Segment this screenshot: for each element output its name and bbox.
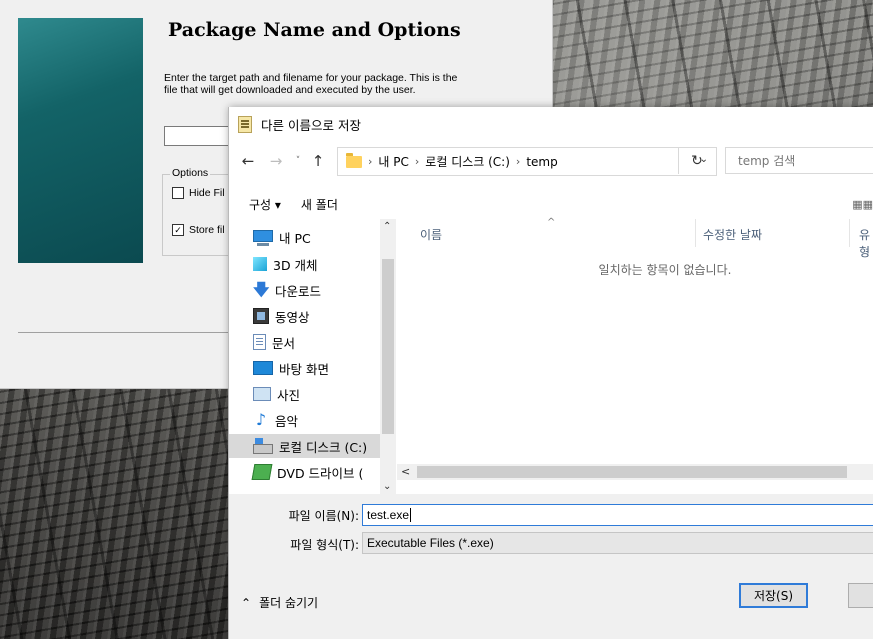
nav-item-label: 3D 개체 — [273, 257, 318, 273]
column-header-type[interactable]: 유형 — [859, 226, 873, 260]
download-icon: 🡇 — [253, 280, 270, 299]
file-type-row: 파일 형식(T): — [229, 536, 359, 553]
up-arrow-icon[interactable]: ↑ — [307, 152, 329, 170]
local-disk-icon — [253, 438, 273, 454]
file-list[interactable]: ^ 이름 수정한 날짜 유형 일치하는 항목이 없습니다. < — [397, 217, 873, 494]
nav-item-label: 로컬 디스크 (C:) — [279, 439, 368, 455]
nav-item-this-pc[interactable]: 내 PC — [253, 225, 311, 249]
nav-item-desktop[interactable]: 바탕 화면 — [253, 356, 329, 380]
breadcrumb-local-disk[interactable]: 로컬 디스크 (C:) — [425, 153, 510, 170]
dvd-drive-icon — [251, 464, 273, 480]
nav-item-videos[interactable]: 동영상 — [253, 304, 310, 328]
hide-file-checkbox[interactable] — [172, 187, 184, 199]
dialog-titlebar[interactable]: 다른 이름으로 저장 — [229, 107, 873, 141]
column-divider[interactable] — [695, 219, 696, 247]
installer-heading: Package Name and Options — [168, 19, 461, 41]
hide-folders-label: 폴더 숨기기 — [259, 596, 319, 610]
hide-file-label: Hide Fil — [189, 187, 225, 199]
hide-folders-toggle[interactable]: ⌃ 폴더 숨기기 — [241, 594, 318, 611]
scrollbar-thumb[interactable] — [417, 466, 847, 478]
file-list-horizontal-scrollbar[interactable]: < — [397, 464, 873, 480]
nav-item-music[interactable]: ♪ 음악 — [253, 408, 298, 432]
package-path-input[interactable] — [164, 126, 236, 146]
navigation-pane: 내 PC 3D 개체 🡇 다운로드 동영상 문서 바탕 화면 사진 ♪ 음악 로… — [229, 219, 396, 494]
breadcrumb-separator: › — [515, 155, 521, 168]
column-header-date-modified[interactable]: 수정한 날짜 — [703, 226, 762, 243]
store-file-checkbox[interactable]: ✓ — [172, 224, 184, 236]
view-options-icon[interactable]: ▦▦ — [852, 198, 873, 211]
navigation-pane-scrollbar[interactable]: ⌃ ⌄ — [380, 219, 396, 494]
nav-item-downloads[interactable]: 🡇 다운로드 — [253, 278, 321, 302]
organize-menu-button[interactable]: 구성 ▾ — [249, 196, 281, 213]
breadcrumb-separator: › — [368, 155, 373, 168]
scroll-down-chevron-icon[interactable]: ⌄ — [383, 481, 391, 492]
refresh-icon[interactable]: ↻ — [678, 147, 715, 174]
nav-item-label: 사진 — [277, 387, 301, 403]
nav-item-label: 음악 — [275, 413, 299, 429]
nav-item-dvd-drive[interactable]: DVD 드라이브 ( — [251, 460, 364, 484]
file-name-row: 파일 이름(N): — [229, 507, 359, 524]
scroll-left-chevron-icon[interactable]: < — [401, 465, 410, 478]
pc-icon — [253, 230, 273, 246]
file-name-input[interactable]: test.exe — [362, 504, 873, 526]
new-folder-button[interactable]: 새 폴더 — [301, 196, 338, 213]
file-type-label: 파일 형식(T): — [290, 538, 359, 552]
scrollbar-thumb[interactable] — [382, 259, 394, 434]
file-name-label: 파일 이름(N): — [288, 509, 359, 523]
nav-item-3d-objects[interactable]: 3D 개체 — [253, 252, 318, 276]
breadcrumb-this-pc[interactable]: 내 PC — [378, 153, 408, 170]
command-toolbar: 구성 ▾ 새 폴더 ▦▦ — [229, 189, 873, 219]
forward-arrow-icon[interactable]: → — [265, 152, 287, 170]
nav-item-label: 문서 — [272, 335, 296, 351]
file-type-select[interactable]: Executable Files (*.exe) — [362, 532, 873, 554]
nav-item-local-disk[interactable]: 로컬 디스크 (C:) — [229, 434, 396, 458]
3d-objects-icon — [253, 257, 267, 271]
cancel-button[interactable] — [848, 583, 873, 608]
nav-item-label: DVD 드라이브 ( — [277, 465, 364, 481]
video-icon — [253, 308, 269, 324]
pictures-icon — [253, 387, 271, 401]
nav-item-pictures[interactable]: 사진 — [253, 382, 300, 406]
store-file-label: Store fil — [189, 224, 225, 236]
nav-item-label: 동영상 — [275, 309, 310, 325]
recent-locations-chevron-icon[interactable]: ˅ — [291, 156, 305, 166]
nav-item-label: 내 PC — [279, 230, 311, 246]
music-icon: ♪ — [255, 410, 267, 429]
notepad-icon — [238, 115, 252, 133]
breadcrumb-separator: › — [414, 155, 420, 168]
empty-folder-message: 일치하는 항목이 없습니다. — [598, 263, 732, 277]
hide-file-option[interactable]: Hide Fil — [172, 187, 232, 199]
nav-item-documents[interactable]: 문서 — [253, 330, 295, 354]
text-caret — [410, 508, 412, 522]
save-options-area: 파일 이름(N): test.exe 파일 형식(T): Executable … — [229, 494, 873, 639]
installer-banner-image — [18, 18, 143, 263]
sort-ascending-icon: ^ — [547, 217, 556, 228]
store-file-option[interactable]: ✓ Store fil — [172, 224, 232, 236]
dialog-title: 다른 이름으로 저장 — [261, 117, 361, 133]
folder-icon — [346, 152, 362, 168]
nav-item-label: 바탕 화면 — [279, 361, 329, 377]
breadcrumb-temp[interactable]: temp — [526, 155, 557, 169]
chevron-up-icon: ⌃ — [241, 595, 252, 610]
installer-description: Enter the target path and filename for y… — [164, 72, 458, 96]
search-input[interactable]: temp 검색 — [725, 147, 873, 174]
file-name-value: test.exe — [367, 508, 410, 522]
options-legend: Options — [170, 167, 211, 179]
save-button[interactable]: 저장(S) — [739, 583, 808, 608]
save-as-dialog: 다른 이름으로 저장 ← → ˅ ↑ › 내 PC › 로컬 디스크 (C:) … — [229, 107, 873, 639]
desktop-icon — [253, 361, 273, 375]
address-bar[interactable]: › 내 PC › 로컬 디스크 (C:) › temp ⌄ — [337, 147, 717, 176]
navigation-bar: ← → ˅ ↑ › 내 PC › 로컬 디스크 (C:) › temp ⌄ ↻ … — [229, 143, 873, 179]
column-header-name[interactable]: 이름 — [420, 226, 442, 243]
scroll-up-chevron-icon[interactable]: ⌃ — [383, 221, 391, 232]
nav-item-label: 다운로드 — [275, 283, 322, 299]
column-divider[interactable] — [849, 219, 850, 247]
document-icon — [253, 334, 266, 350]
back-arrow-icon[interactable]: ← — [237, 152, 259, 170]
